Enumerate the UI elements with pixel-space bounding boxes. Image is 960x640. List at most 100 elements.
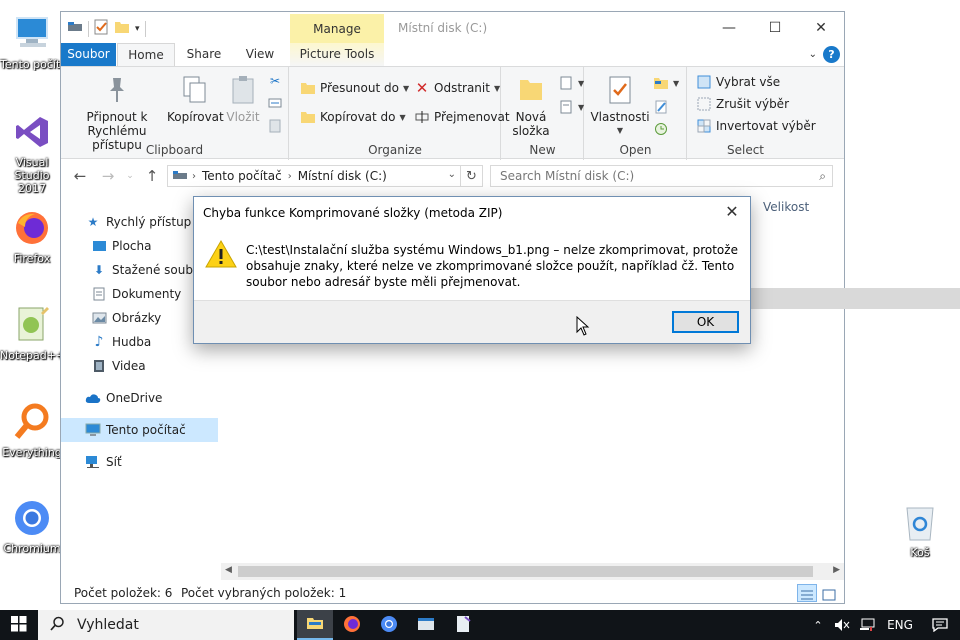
paste-button[interactable]: Vložit — [223, 73, 263, 124]
delete-x-icon: ✕ — [415, 79, 429, 97]
tab-file[interactable]: Soubor — [61, 43, 116, 66]
tab-view[interactable]: View — [235, 43, 285, 66]
properties-check-icon[interactable] — [94, 19, 109, 38]
invert-selection-icon — [696, 118, 712, 134]
rename-button[interactable]: Přejmenovat — [414, 109, 510, 125]
selected-file-row[interactable] — [746, 288, 960, 309]
select-none-button[interactable]: Zrušit výběr — [696, 96, 789, 112]
taskbar-chromium[interactable] — [371, 610, 407, 640]
breadcrumb-this-pc[interactable]: Tento počítač — [196, 169, 288, 183]
tab-share[interactable]: Share — [179, 43, 229, 66]
selected-count: Počet vybraných položek: 1 — [181, 586, 347, 600]
start-button[interactable] — [0, 610, 38, 640]
nav-onedrive[interactable]: OneDrive — [61, 386, 218, 410]
edit-button[interactable] — [653, 99, 669, 115]
taskbar-app-window[interactable] — [408, 610, 444, 640]
search-input[interactable]: Search Místní disk (C:) ⌕ — [490, 165, 833, 187]
taskbar-search-box[interactable]: Vyhledat — [38, 610, 294, 640]
dialog-close-button[interactable]: ✕ — [720, 201, 744, 223]
select-all-button[interactable]: Vybrat vše — [696, 74, 780, 90]
copy-button[interactable]: Kopírovat — [167, 73, 224, 124]
window-controls: — ☐ ✕ — [706, 12, 844, 43]
system-tray: ⌃ ENG — [806, 610, 960, 640]
back-button[interactable]: ← — [69, 166, 91, 186]
notifications-icon[interactable] — [920, 618, 960, 632]
warning-icon — [205, 239, 237, 269]
nav-videos[interactable]: Videa — [61, 354, 218, 378]
scroll-left-icon[interactable]: ◀ — [225, 565, 232, 575]
tab-home[interactable]: Home — [117, 43, 175, 66]
history-button[interactable] — [653, 121, 669, 137]
help-icon[interactable]: ? — [823, 46, 840, 63]
select-all-icon — [696, 74, 712, 90]
tab-picture-tools[interactable]: Picture Tools — [290, 43, 384, 66]
pin-to-quick-access-button[interactable]: Připnout k Rychlému přístupu — [67, 73, 167, 152]
chevron-down-icon[interactable]: ▾ — [135, 24, 140, 34]
edit-icon — [653, 99, 669, 115]
taskbar-firefox[interactable] — [334, 610, 370, 640]
nav-label: Hudba — [112, 335, 152, 349]
volume-muted-icon[interactable] — [830, 618, 854, 632]
organize-group-label: Organize — [368, 143, 422, 157]
new-folder-label: Nová složka — [512, 110, 550, 138]
copy-path-button[interactable] — [267, 95, 283, 111]
paste-shortcut-button[interactable] — [267, 117, 283, 133]
desktop-icon-this-pc[interactable]: Tento počítač — [0, 12, 64, 71]
up-button[interactable]: ↑ — [141, 166, 163, 186]
music-note-icon: ♪ — [94, 334, 104, 350]
chevron-down-icon[interactable]: ⌄ — [809, 49, 817, 60]
input-language-indicator[interactable]: ENG — [880, 618, 920, 632]
details-view-button[interactable] — [797, 584, 817, 602]
manage-contextual-tab[interactable]: Manage — [290, 14, 384, 44]
address-bar[interactable]: › Tento počítač › Místní disk (C:) ⌄ — [167, 165, 461, 187]
nav-this-pc[interactable]: Tento počítač — [61, 418, 218, 442]
taskbar-notepad[interactable] — [445, 610, 481, 640]
delete-button[interactable]: ✕ Odstranit ▼ — [414, 79, 500, 97]
scroll-right-icon[interactable]: ▶ — [833, 565, 840, 575]
horizontal-scrollbar[interactable]: ◀ ▶ — [221, 563, 844, 580]
desktop-icon-visual-studio[interactable]: Visual Studio 2017 — [0, 110, 64, 195]
column-header-size[interactable]: Velikost — [763, 200, 809, 214]
nav-network[interactable]: Síť — [61, 450, 218, 474]
breadcrumb-local-disk[interactable]: Místní disk (C:) — [292, 169, 393, 183]
breadcrumb-separator-icon[interactable]: › — [188, 171, 196, 182]
computer-icon — [85, 422, 101, 438]
chevron-down-icon[interactable]: ⌄ — [448, 169, 456, 180]
status-bar: Počet položek: 6 Počet vybraných položek… — [61, 582, 844, 604]
easy-access-icon — [558, 99, 574, 115]
network-icon — [85, 454, 101, 470]
new-folder-button[interactable]: Nová složka — [506, 73, 556, 138]
desktop-icon-recycle-bin[interactable]: Koš — [888, 500, 952, 559]
scrollbar-thumb[interactable] — [238, 566, 813, 577]
invert-selection-button[interactable]: Invertovat výběr — [696, 118, 816, 134]
cut-button[interactable]: ✂ — [267, 73, 283, 89]
easy-access-button[interactable]: ▼ — [558, 99, 584, 115]
desktop-icon-label: Tento počítač — [0, 58, 64, 71]
network-status-icon[interactable] — [854, 618, 880, 632]
large-icons-view-button[interactable] — [819, 584, 839, 602]
open-button[interactable]: ▼ — [653, 75, 679, 91]
show-hidden-icons-icon[interactable]: ⌃ — [806, 619, 830, 632]
copy-to-button[interactable]: Kopírovat do ▼ — [300, 109, 406, 125]
maximize-button[interactable]: ☐ — [752, 12, 798, 43]
title-bar: ▾ Manage Místní disk (C:) — ☐ ✕ — [61, 12, 844, 44]
desktop-icon-label: Koš — [910, 546, 930, 559]
forward-button[interactable]: → — [97, 166, 119, 186]
new-item-button[interactable]: ▼ — [558, 75, 584, 91]
desktop-icon-notepad-plus-plus[interactable]: Notepad++ — [0, 303, 64, 362]
nav-label: Rychlý přístup — [106, 215, 192, 229]
close-button[interactable]: ✕ — [798, 12, 844, 43]
move-to-button[interactable]: Přesunout do ▼ — [300, 80, 409, 96]
recent-locations-button[interactable]: ⌄ — [119, 166, 141, 186]
chevron-down-icon: ▼ — [578, 78, 585, 88]
properties-button[interactable]: Vlastnosti ▼ — [589, 73, 651, 138]
desktop-icon-chromium[interactable]: Chromium — [0, 496, 64, 555]
recycle-bin-icon — [898, 500, 942, 544]
refresh-button[interactable]: ↻ — [461, 165, 483, 187]
minimize-button[interactable]: — — [706, 12, 752, 43]
desktop-icon-everything[interactable]: Everything — [0, 400, 64, 459]
new-folder-icon[interactable] — [114, 20, 130, 37]
desktop-icon-firefox[interactable]: Firefox — [0, 206, 64, 265]
ok-button[interactable]: OK — [672, 311, 739, 333]
taskbar-file-explorer[interactable] — [297, 610, 333, 640]
